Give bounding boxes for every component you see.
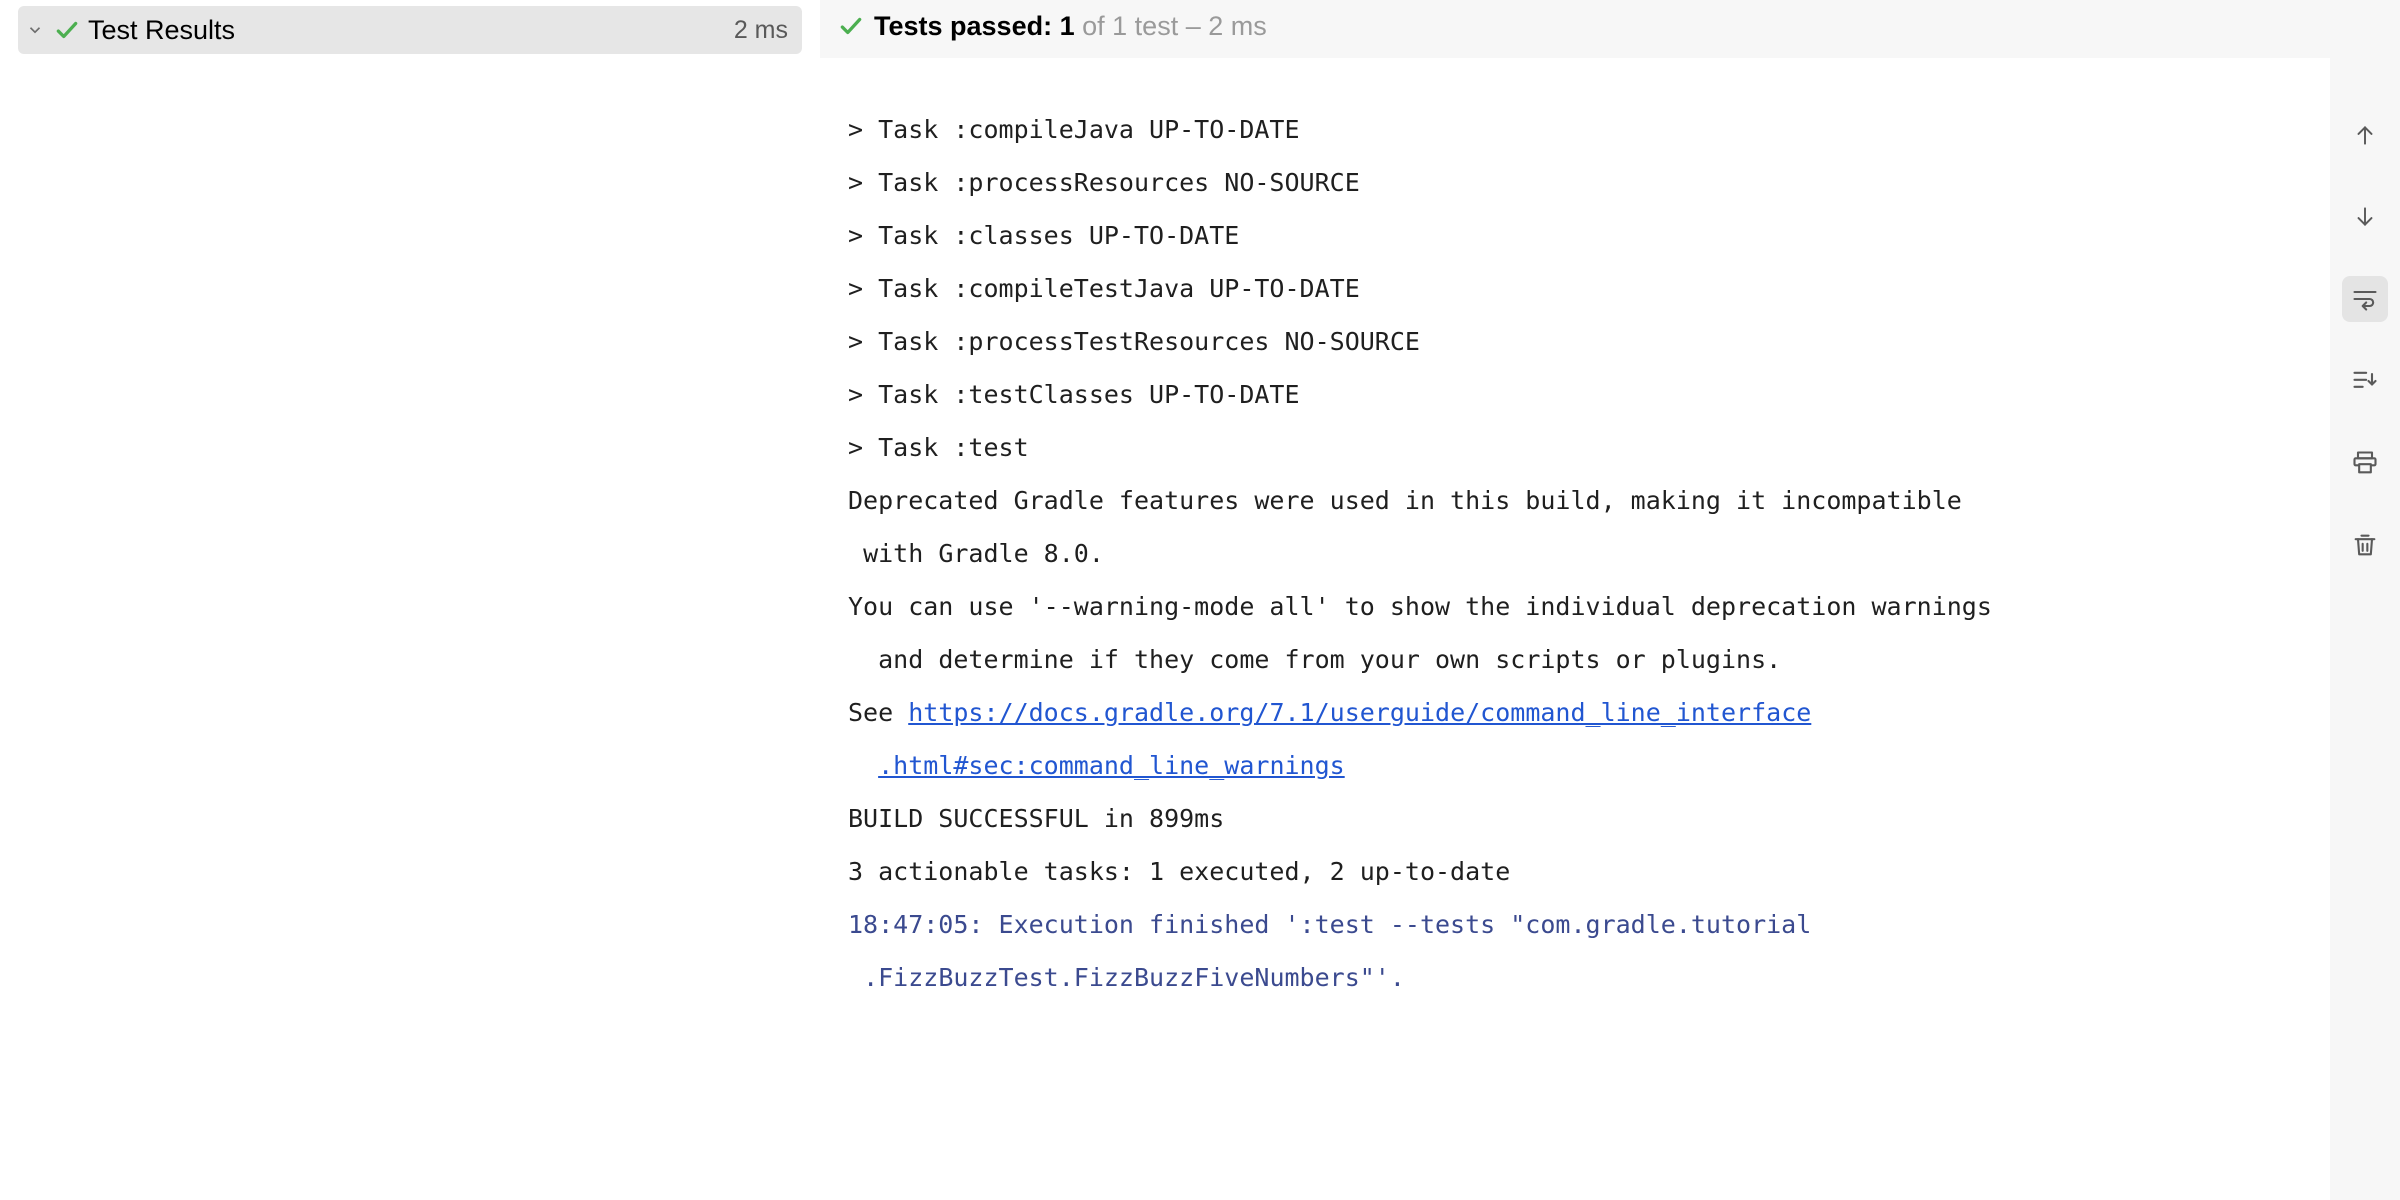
console-finished-line: 18:47:05: Execution finished ':test --te… xyxy=(848,898,2302,951)
test-root-label: Test Results xyxy=(88,15,726,46)
output-main: Tests passed: 1 of 1 test – 2 ms > Task … xyxy=(820,0,2330,1200)
output-area: Tests passed: 1 of 1 test – 2 ms > Task … xyxy=(820,0,2400,1200)
console-line: BUILD SUCCESSFUL in 899ms xyxy=(848,792,2302,845)
console-line: See https://docs.gradle.org/7.1/userguid… xyxy=(848,686,2302,739)
clear-button[interactable] xyxy=(2342,522,2388,568)
scroll-to-end-button[interactable] xyxy=(2342,358,2388,404)
console-line: Deprecated Gradle features were used in … xyxy=(848,474,2302,527)
summary-count: 1 xyxy=(1060,11,1075,41)
console-toolbar xyxy=(2330,0,2400,1200)
console-line: > Task :testClasses UP-TO-DATE xyxy=(848,368,2302,421)
soft-wrap-button[interactable] xyxy=(2342,276,2388,322)
console-line: 3 actionable tasks: 1 executed, 2 up-to-… xyxy=(848,845,2302,898)
console-line: with Gradle 8.0. xyxy=(848,527,2302,580)
test-summary-text: Tests passed: 1 of 1 test – 2 ms xyxy=(874,11,1267,42)
print-button[interactable] xyxy=(2342,440,2388,486)
pass-check-icon xyxy=(54,17,80,43)
console-line: You can use '--warning-mode all' to show… xyxy=(848,580,2302,633)
console-output[interactable]: > Task :compileJava UP-TO-DATE> Task :pr… xyxy=(820,58,2330,1200)
test-tree-root-row[interactable]: Test Results 2 ms xyxy=(18,6,802,54)
console-line: > Task :processResources NO-SOURCE xyxy=(848,156,2302,209)
gradle-docs-link[interactable]: https://docs.gradle.org/7.1/userguide/co… xyxy=(908,698,1811,727)
console-line: > Task :processTestResources NO-SOURCE xyxy=(848,315,2302,368)
console-line: > Task :classes UP-TO-DATE xyxy=(848,209,2302,262)
console-line: > Task :compileJava UP-TO-DATE xyxy=(848,103,2302,156)
console-text: See xyxy=(848,698,908,727)
chevron-down-icon xyxy=(24,19,46,41)
test-summary-header: Tests passed: 1 of 1 test – 2 ms xyxy=(820,0,2330,58)
gradle-docs-link[interactable]: .html#sec:command_line_warnings xyxy=(878,751,1345,780)
test-tree-panel: Test Results 2 ms xyxy=(0,0,820,1200)
scroll-down-button[interactable] xyxy=(2342,194,2388,240)
console-line: > Task :compileTestJava UP-TO-DATE xyxy=(848,262,2302,315)
pass-check-icon xyxy=(838,13,864,39)
summary-of: of 1 test – 2 ms xyxy=(1082,11,1267,41)
console-line: > Task :test xyxy=(848,421,2302,474)
summary-prefix: Tests passed: xyxy=(874,11,1052,41)
test-root-duration: 2 ms xyxy=(734,16,788,45)
console-line: and determine if they come from your own… xyxy=(848,633,2302,686)
console-finished-line: .FizzBuzzTest.FizzBuzzFiveNumbers"'. xyxy=(848,951,2302,1004)
scroll-up-button[interactable] xyxy=(2342,112,2388,158)
console-line: .html#sec:command_line_warnings xyxy=(848,739,2302,792)
